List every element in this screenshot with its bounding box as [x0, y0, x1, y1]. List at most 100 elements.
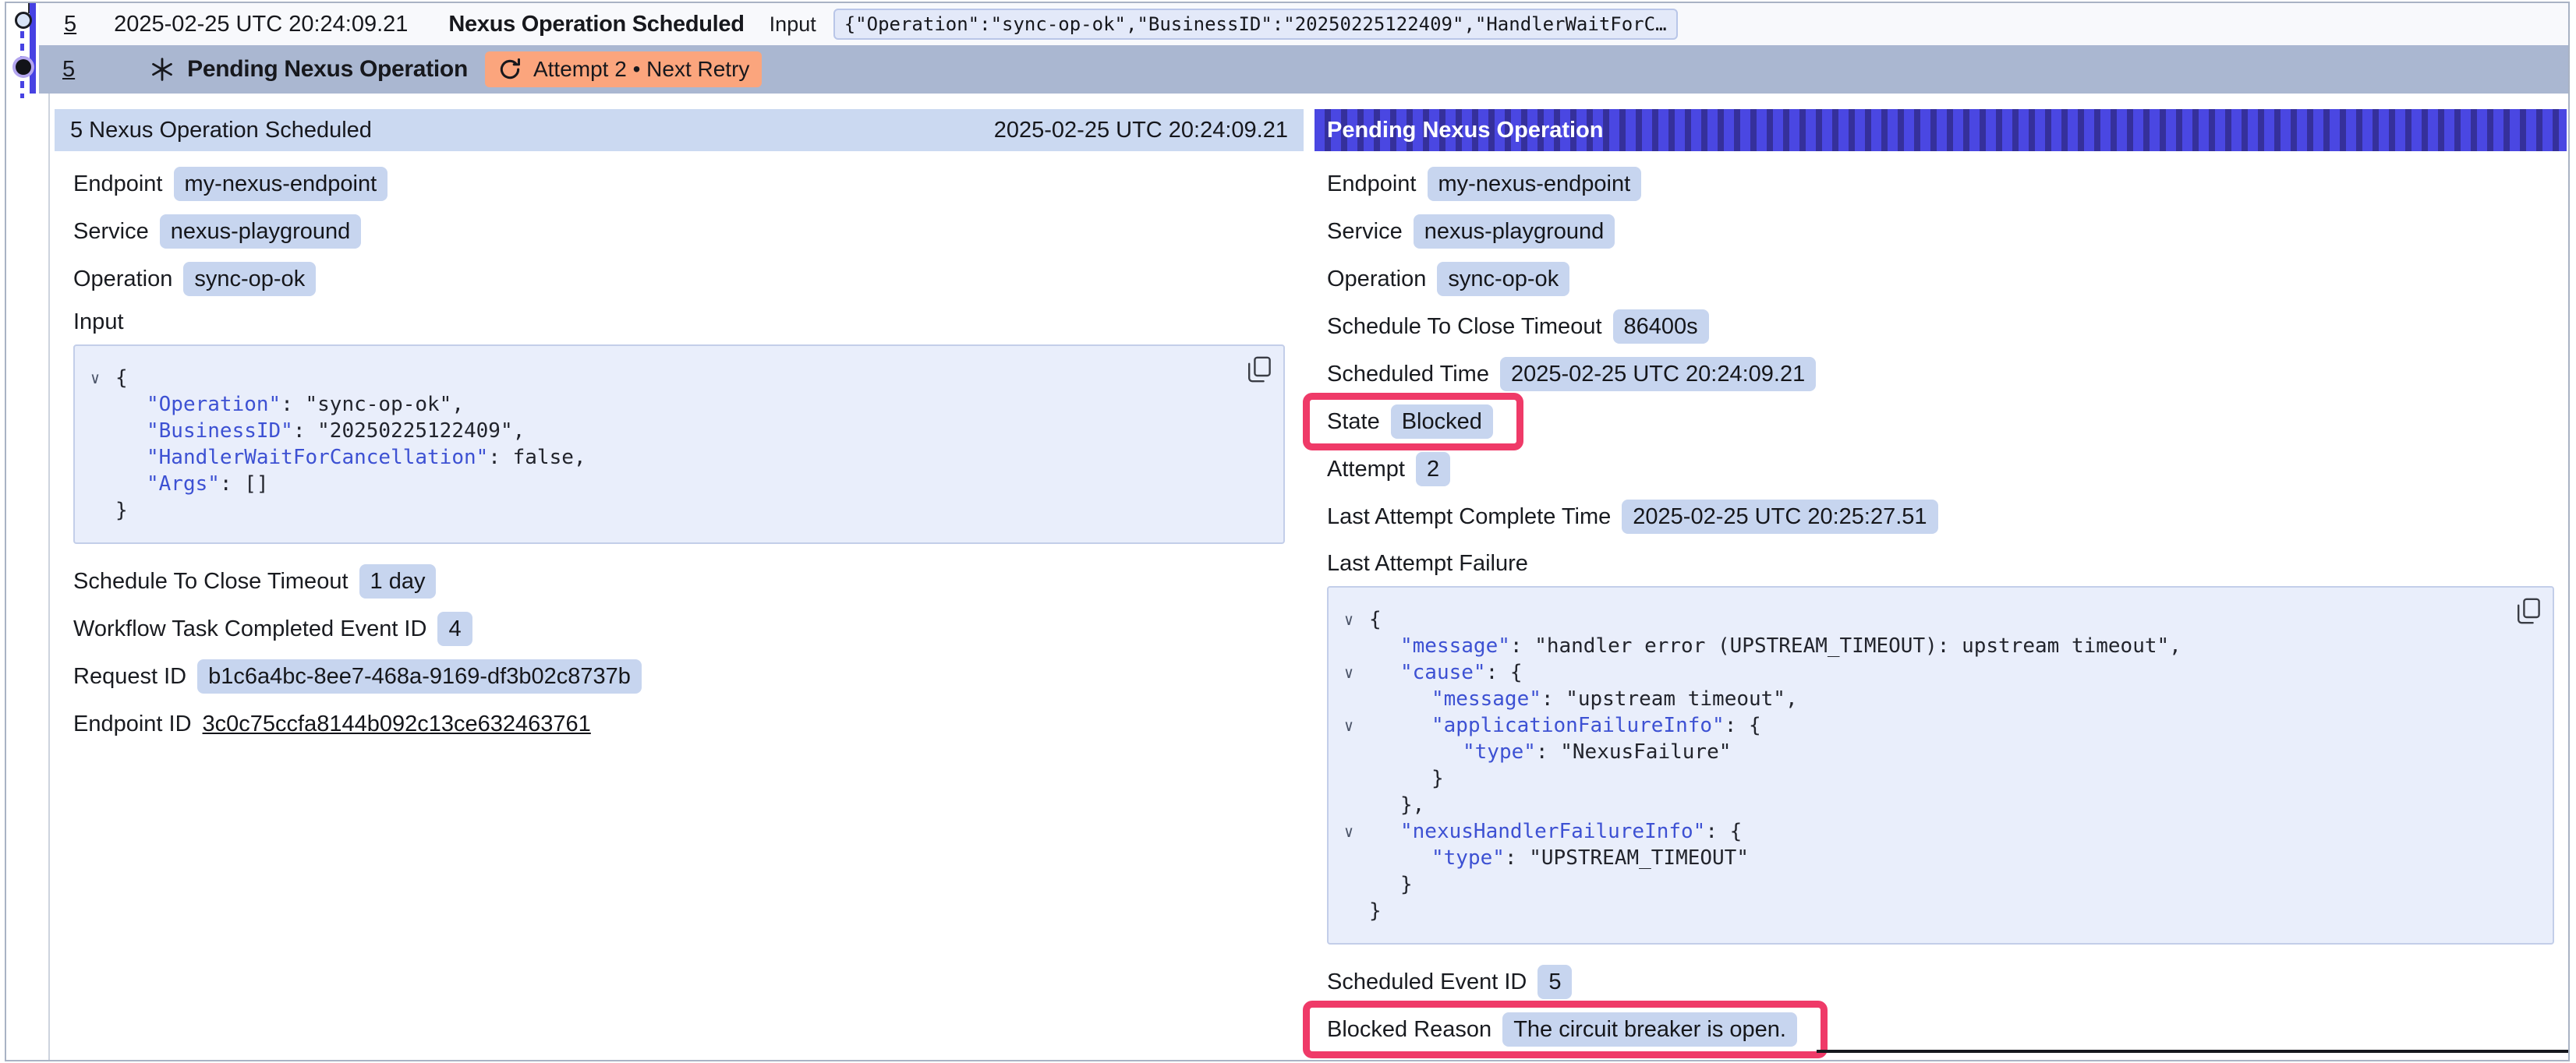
blocked-reason-value-badge: The circuit breaker is open. [1502, 1012, 1797, 1047]
code-text: }, [1369, 792, 1424, 818]
code-line: } [1329, 871, 2498, 898]
event-id-link[interactable]: 5 [62, 57, 75, 83]
field-label: Blocked Reason [1327, 1017, 1491, 1043]
code-line: } [75, 497, 1229, 524]
code-line: ∨{ [75, 365, 1229, 391]
field-value-badge: nexus-playground [1414, 214, 1615, 249]
pending-panel-header: Pending Nexus Operation [1315, 109, 2567, 151]
code-line: "message": "upstream timeout", [1329, 686, 2498, 712]
attempt-retry-badge: Attempt 2 • Next Retry [485, 51, 762, 87]
code-text: "type": "NexusFailure" [1369, 739, 1731, 765]
code-gutter [1329, 871, 1369, 898]
code-gutter [1329, 898, 1369, 924]
field-label: Schedule To Close Timeout [1327, 314, 1602, 340]
code-line: ∨"applicationFailureInfo": { [1329, 712, 2498, 739]
field-label: Scheduled Event ID [1327, 969, 1527, 995]
field-schedule-to-close-timeout: Schedule To Close Timeout 86400s [1327, 309, 2554, 344]
field-label: Request ID [73, 664, 186, 690]
code-line: } [1329, 765, 2498, 792]
event-id-link[interactable]: 5 [64, 12, 76, 37]
event-title: Pending Nexus Operation [187, 56, 468, 83]
field-schedule-to-close-timeout: Schedule To Close Timeout 1 day [73, 564, 1285, 599]
code-gutter [1329, 845, 1369, 871]
code-line: ∨"cause": { [1329, 659, 2498, 686]
event-row-nexus-operation-scheduled[interactable]: 5 2025-02-25 UTC 20:24:09.21 Nexus Opera… [39, 3, 2568, 45]
field-state: State Blocked [1327, 404, 2554, 439]
code-text: "nexusHandlerFailureInfo": { [1369, 818, 1742, 845]
code-line: ∨"nexusHandlerFailureInfo": { [1329, 818, 2498, 845]
field-label: Endpoint [1327, 171, 1417, 197]
field-label: Last Attempt Complete Time [1327, 504, 1611, 530]
field-last-attempt-complete-time: Last Attempt Complete Time 2025-02-25 UT… [1327, 500, 2554, 534]
input-preview-chip: {"Operation":"sync-op-ok","BusinessID":"… [833, 9, 1678, 40]
field-service: Service nexus-playground [73, 214, 1285, 249]
code-line: "BusinessID": "20250225122409", [75, 418, 1229, 444]
collapse-chevron-icon[interactable]: ∨ [75, 365, 115, 391]
code-text: "BusinessID": "20250225122409", [115, 418, 525, 444]
field-label: Endpoint [73, 171, 163, 197]
field-value-badge: sync-op-ok [1437, 262, 1569, 296]
field-scheduled-time: Scheduled Time 2025-02-25 UTC 20:24:09.2… [1327, 357, 2554, 391]
code-gutter [1329, 633, 1369, 659]
field-workflow-task-completed-event-id: Workflow Task Completed Event ID 4 [73, 612, 1285, 646]
field-value-badge: sync-op-ok [183, 262, 316, 296]
failure-json-viewer: ∨{"message": "handler error (UPSTREAM_TI… [1327, 586, 2554, 945]
field-label: Scheduled Time [1327, 362, 1489, 387]
field-operation: Operation sync-op-ok [1327, 262, 2554, 296]
field-value-badge: 2 [1416, 452, 1450, 486]
field-label: Attempt [1327, 457, 1405, 482]
code-line: "Args": [] [75, 471, 1229, 497]
field-endpoint-id: Endpoint ID 3c0c75ccfa8144b092c13ce63246… [73, 707, 1285, 741]
code-gutter [75, 497, 115, 524]
field-value-badge: 2025-02-25 UTC 20:24:09.21 [1500, 357, 1816, 391]
code-text: "message": "upstream timeout", [1369, 686, 1798, 712]
field-value-badge: my-nexus-endpoint [174, 167, 388, 201]
code-line: "Operation": "sync-op-ok", [75, 391, 1229, 418]
endpoint-id-link[interactable]: 3c0c75ccfa8144b092c13ce632463761 [203, 712, 591, 737]
state-value-badge: Blocked [1391, 404, 1493, 439]
code-gutter [75, 418, 115, 444]
collapse-chevron-icon[interactable]: ∨ [1329, 712, 1369, 739]
field-operation: Operation sync-op-ok [73, 262, 1285, 296]
code-text: } [1369, 871, 1413, 898]
code-text: "message": "handler error (UPSTREAM_TIME… [1369, 633, 2181, 659]
field-value-badge: 86400s [1613, 309, 1709, 344]
retry-icon [497, 57, 522, 82]
code-line: ∨{ [1329, 606, 2498, 633]
pending-asterisk-icon [150, 57, 175, 82]
code-line: }, [1329, 792, 2498, 818]
event-row-pending-nexus-operation[interactable]: 5 Pending Nexus Operation Attempt 2 • Ne… [39, 45, 2568, 94]
input-section-label: Input [73, 309, 1285, 335]
bottom-window-edge [1817, 1050, 2570, 1053]
field-service: Service nexus-playground [1327, 214, 2554, 249]
app-window: 5 2025-02-25 UTC 20:24:09.21 Nexus Opera… [5, 2, 2570, 1061]
last-attempt-failure-label: Last Attempt Failure [1327, 551, 2554, 577]
code-gutter [1329, 765, 1369, 792]
event-timestamp: 2025-02-25 UTC 20:24:09.21 [114, 12, 408, 37]
field-value-badge: 5 [1537, 965, 1572, 999]
field-label: Workflow Task Completed Event ID [73, 616, 426, 642]
field-label: Schedule To Close Timeout [73, 569, 349, 595]
collapse-chevron-icon[interactable]: ∨ [1329, 818, 1369, 845]
code-gutter [75, 471, 115, 497]
blocked-reason-annotation-box: Blocked Reason The circuit breaker is op… [1303, 1001, 1828, 1058]
code-text: { [1369, 606, 1382, 633]
code-text: "type": "UPSTREAM_TIMEOUT" [1369, 845, 1749, 871]
timeline-event-open-circle-icon[interactable] [15, 12, 32, 29]
copy-icon[interactable] [2515, 597, 2542, 627]
timeline-event-selected-circle-icon[interactable] [16, 59, 31, 75]
code-gutter [75, 391, 115, 418]
code-line: } [1329, 898, 2498, 924]
code-text: } [1369, 898, 1382, 924]
field-label: Operation [1327, 267, 1426, 292]
field-value-badge: 4 [437, 612, 472, 646]
event-title: Nexus Operation Scheduled [448, 12, 744, 37]
field-label: Service [1327, 219, 1403, 245]
field-attempt: Attempt 2 [1327, 452, 2554, 486]
collapse-chevron-icon[interactable]: ∨ [1329, 659, 1369, 686]
event-panel-title: 5 Nexus Operation Scheduled [70, 118, 372, 143]
code-gutter [75, 444, 115, 471]
copy-icon[interactable] [1246, 355, 1272, 385]
collapse-chevron-icon[interactable]: ∨ [1329, 606, 1369, 633]
field-label: Operation [73, 267, 172, 292]
